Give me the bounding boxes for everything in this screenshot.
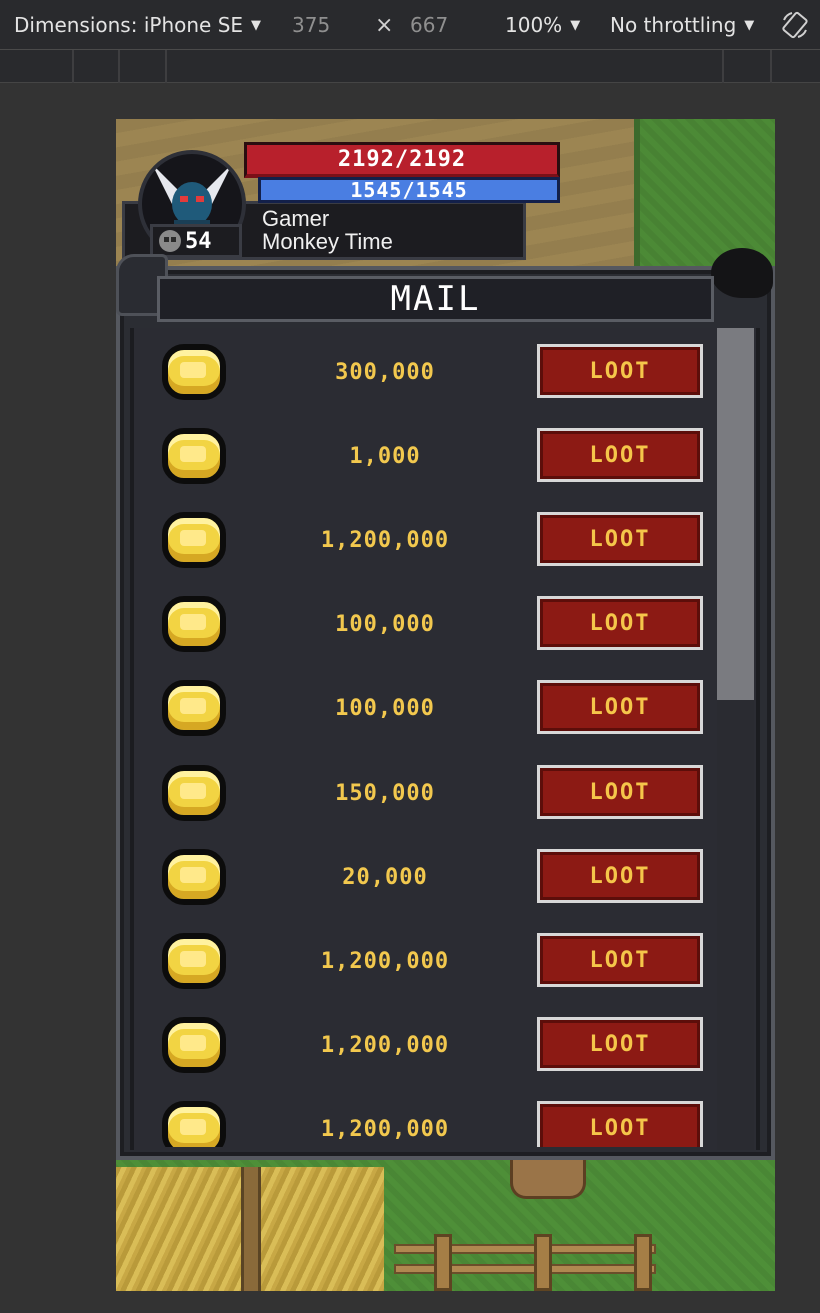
fence-post bbox=[534, 1234, 552, 1291]
list-item: 100,000 LOOT bbox=[150, 680, 710, 740]
ruler-tick bbox=[722, 50, 724, 83]
zoom-dropdown[interactable]: 100% ▼ bbox=[505, 0, 580, 50]
loot-button[interactable]: LOOT bbox=[537, 680, 703, 734]
list-item: 1,200,000 LOOT bbox=[150, 1101, 710, 1147]
ruler-tick bbox=[165, 50, 167, 83]
dimensions-dropdown[interactable]: Dimensions: iPhone SE ▼ bbox=[14, 0, 261, 50]
list-item: 1,200,000 LOOT bbox=[150, 1017, 710, 1077]
player-name-line1: Gamer bbox=[262, 206, 330, 231]
tree-stump bbox=[510, 1159, 586, 1199]
list-item: 20,000 LOOT bbox=[150, 849, 710, 909]
gold-coin-icon bbox=[162, 344, 226, 400]
chevron-down-icon: ▼ bbox=[744, 17, 755, 33]
skull-icon bbox=[159, 230, 181, 252]
mail-amount: 1,200,000 bbox=[320, 1116, 450, 1142]
mail-amount: 1,200,000 bbox=[320, 1032, 450, 1058]
gold-coin-icon bbox=[162, 1017, 226, 1073]
list-item: 100,000 LOOT bbox=[150, 596, 710, 656]
loot-button[interactable]: LOOT bbox=[537, 1101, 703, 1147]
times-sign: × bbox=[375, 12, 394, 38]
throttling-dropdown[interactable]: No throttling ▼ bbox=[610, 0, 754, 50]
gold-coin-icon bbox=[162, 849, 226, 905]
loot-button[interactable]: LOOT bbox=[537, 428, 703, 482]
ruler-tick bbox=[118, 50, 120, 83]
mail-amount: 300,000 bbox=[335, 359, 435, 385]
fence-post bbox=[634, 1234, 652, 1291]
loot-button[interactable]: LOOT bbox=[537, 344, 703, 398]
player-name: Gamer Monkey Time bbox=[262, 207, 393, 253]
loot-button[interactable]: LOOT bbox=[537, 596, 703, 650]
list-item: 300,000 LOOT bbox=[150, 344, 710, 404]
media-query-bar bbox=[0, 50, 820, 83]
ruler-tick bbox=[72, 50, 74, 83]
level-value: 54 bbox=[185, 228, 212, 254]
mail-amount: 1,000 bbox=[349, 443, 421, 469]
health-bar: 2192/2192 bbox=[244, 142, 560, 178]
window-corner-ornament bbox=[711, 248, 773, 298]
width-input[interactable]: 375 bbox=[292, 0, 330, 50]
dimensions-label: Dimensions: iPhone SE bbox=[14, 13, 244, 37]
height-input[interactable]: 667 bbox=[410, 0, 448, 50]
level-badge: 54 bbox=[150, 224, 242, 258]
loot-button[interactable]: LOOT bbox=[537, 765, 703, 819]
list-item: 1,200,000 LOOT bbox=[150, 512, 710, 572]
loot-button[interactable]: LOOT bbox=[537, 1017, 703, 1071]
mail-amount: 150,000 bbox=[335, 780, 435, 806]
mail-amount: 20,000 bbox=[342, 864, 428, 890]
mail-amount: 100,000 bbox=[335, 695, 435, 721]
list-item: 150,000 LOOT bbox=[150, 765, 710, 825]
gold-coin-icon bbox=[162, 596, 226, 652]
fence-post bbox=[434, 1234, 452, 1291]
list-item: 1,200,000 LOOT bbox=[150, 933, 710, 993]
rotate-device-button[interactable] bbox=[780, 0, 810, 50]
loot-button[interactable]: LOOT bbox=[537, 849, 703, 903]
list-item: 1,000 LOOT bbox=[150, 428, 710, 488]
gold-coin-icon bbox=[162, 765, 226, 821]
mail-amount: 100,000 bbox=[335, 611, 435, 637]
gold-coin-icon bbox=[162, 512, 226, 568]
zoom-label: 100% bbox=[505, 13, 563, 37]
gold-coin-icon bbox=[162, 1101, 226, 1147]
mail-amount: 1,200,000 bbox=[320, 948, 450, 974]
devtools-toolbar: Dimensions: iPhone SE ▼ 375 × 667 100% ▼… bbox=[0, 0, 820, 50]
mana-bar: 1545/1545 bbox=[258, 177, 560, 203]
scrollbar-thumb[interactable] bbox=[717, 328, 754, 700]
gold-coin-icon bbox=[162, 680, 226, 736]
gold-coin-icon bbox=[162, 428, 226, 484]
player-name-line2: Monkey Time bbox=[262, 229, 393, 254]
mail-title: MAIL bbox=[157, 276, 714, 322]
ruler-tick bbox=[770, 50, 772, 83]
gold-coin-icon bbox=[162, 933, 226, 989]
rotate-device-icon bbox=[782, 11, 808, 39]
loot-button[interactable]: LOOT bbox=[537, 512, 703, 566]
mail-amount: 1,200,000 bbox=[320, 527, 450, 553]
throttling-label: No throttling bbox=[610, 13, 737, 37]
wooden-post bbox=[241, 1167, 261, 1291]
chevron-down-icon: ▼ bbox=[251, 17, 262, 33]
loot-button[interactable]: LOOT bbox=[537, 933, 703, 987]
chevron-down-icon: ▼ bbox=[570, 17, 581, 33]
